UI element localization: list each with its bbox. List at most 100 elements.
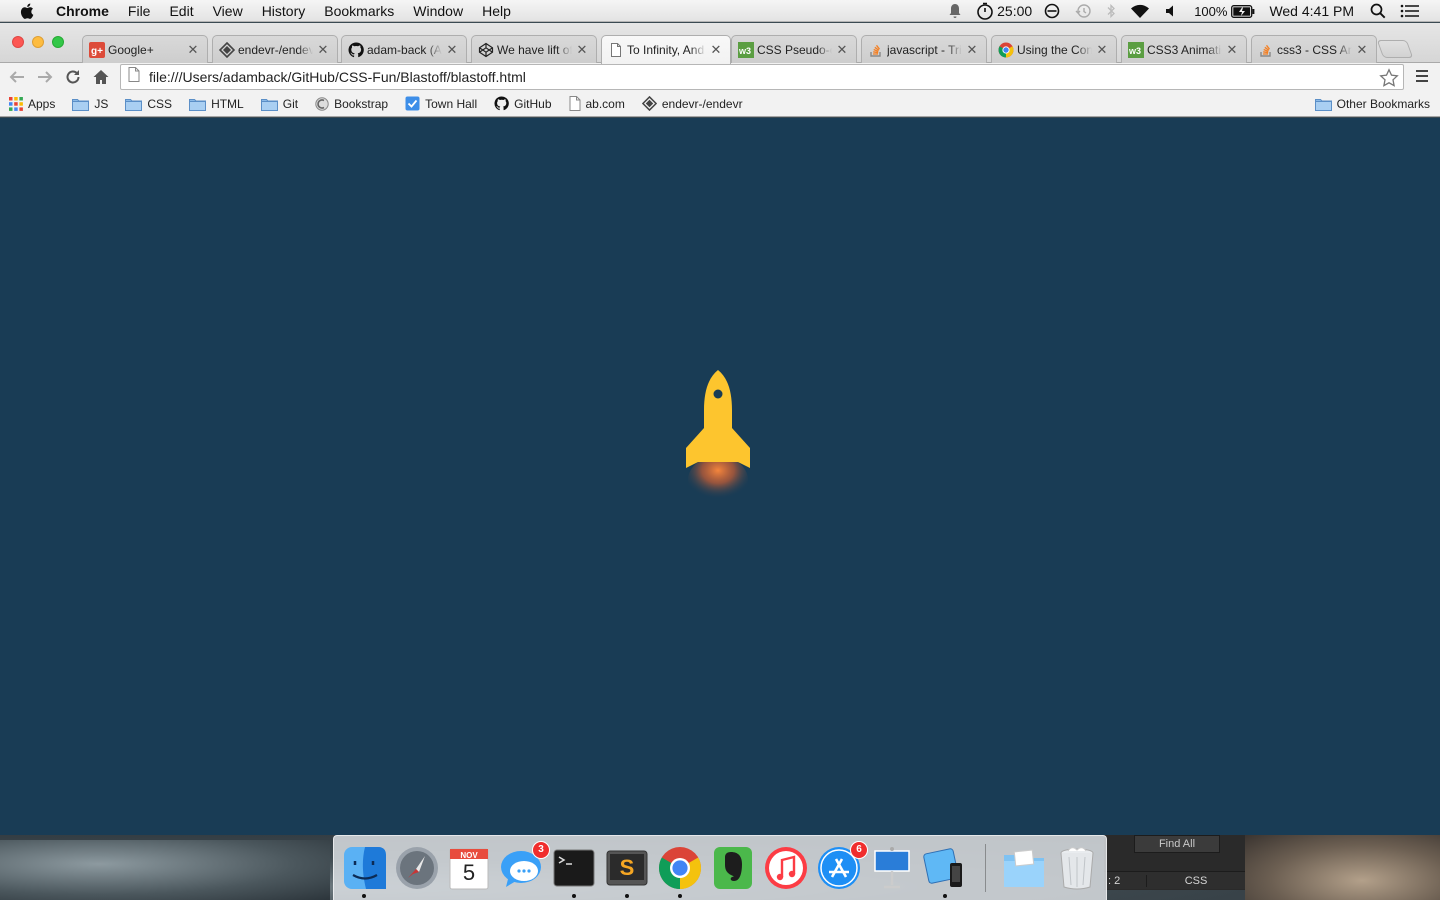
spotlight-icon[interactable]: [1370, 3, 1386, 19]
timer-icon: [977, 2, 993, 20]
tab-google-plus[interactable]: g+ Google+ ✕: [82, 35, 208, 63]
hamburger-menu-icon: [1416, 70, 1428, 82]
menu-app-name[interactable]: Chrome: [56, 3, 109, 19]
tab-css-pseudo[interactable]: w3 CSS Pseudo-cl ✕: [731, 35, 857, 63]
timer-widget[interactable]: 25:00: [976, 2, 1032, 20]
tab-css3-animations[interactable]: w3 CSS3 Animatio ✕: [1121, 35, 1247, 63]
new-tab-button[interactable]: [1376, 40, 1414, 58]
xcode-simulator-icon[interactable]: [922, 845, 968, 891]
chrome-menu-button[interactable]: [1414, 68, 1430, 89]
back-button[interactable]: [7, 67, 27, 87]
fullscreen-window-button[interactable]: [52, 36, 64, 48]
folder-icon: [1314, 97, 1332, 111]
home-icon: [93, 70, 109, 84]
home-button[interactable]: [91, 67, 111, 87]
bookstrap-icon: [315, 96, 329, 111]
menu-edit[interactable]: Edit: [169, 3, 193, 19]
tab-close-button[interactable]: ✕: [710, 42, 722, 58]
tab-close-button[interactable]: ✕: [1356, 42, 1368, 58]
apple-logo-icon[interactable]: [18, 1, 38, 21]
bookmark-endevr[interactable]: endevr-/endevr: [641, 96, 743, 111]
bookmark-folder-html[interactable]: HTML: [189, 97, 244, 111]
bookmark-folder-git[interactable]: Git: [260, 97, 298, 111]
do-not-disturb-icon[interactable]: [1044, 3, 1060, 19]
terminal-icon[interactable]: [551, 845, 597, 891]
forward-button[interactable]: [35, 67, 55, 87]
bookmark-ab-com[interactable]: ab.com: [569, 96, 625, 111]
messages-icon[interactable]: 3: [498, 841, 550, 891]
menu-history[interactable]: History: [262, 3, 306, 19]
bookmark-apps[interactable]: Apps: [9, 96, 55, 111]
reload-button[interactable]: [63, 67, 83, 87]
calendar-month: NOV: [460, 851, 478, 860]
tab-to-infinity-active[interactable]: To Infinity, And ✕: [601, 35, 731, 64]
tab-stackoverflow-js[interactable]: javascript - Tri ✕: [861, 35, 987, 63]
bookmark-label: HTML: [211, 96, 244, 111]
wifi-icon[interactable]: [1130, 4, 1150, 19]
bookmark-label: JS: [94, 96, 109, 111]
finder-icon[interactable]: [342, 845, 388, 891]
bookmark-label: Bookstrap: [334, 96, 389, 111]
tab-title: javascript - Tri: [887, 42, 962, 57]
launchpad-icon[interactable]: [394, 845, 440, 891]
calendar-day: 5: [462, 860, 476, 885]
tab-using-console[interactable]: Using the Cons ✕: [991, 35, 1117, 63]
menu-window[interactable]: Window: [413, 3, 463, 19]
address-bar[interactable]: file:///Users/adamback/GitHub/CSS-Fun/Bl…: [120, 64, 1404, 90]
tab-close-button[interactable]: ✕: [446, 42, 458, 58]
bookmark-folder-css[interactable]: CSS: [125, 97, 172, 111]
bluetooth-icon[interactable]: [1106, 3, 1116, 19]
clock[interactable]: Wed 4:41 PM: [1269, 3, 1354, 19]
menu-bookmarks[interactable]: Bookmarks: [324, 3, 394, 19]
bookmark-star-icon[interactable]: [1379, 68, 1399, 93]
tab-close-button[interactable]: ✕: [836, 42, 848, 58]
tab-title: Google+: [108, 42, 154, 57]
menu-help[interactable]: Help: [482, 3, 511, 19]
app-store-icon[interactable]: 6: [816, 841, 868, 891]
bookmark-town-hall[interactable]: Town Hall: [405, 96, 477, 111]
keynote-icon[interactable]: [869, 845, 915, 891]
downloads-folder-icon[interactable]: [1001, 845, 1047, 891]
bookmark-other[interactable]: Other Bookmarks: [1314, 97, 1430, 111]
tab-close-button[interactable]: ✕: [1096, 42, 1108, 58]
sublime-text-icon[interactable]: S: [604, 845, 650, 891]
battery-percent: 100%: [1194, 3, 1228, 19]
itunes-icon[interactable]: [763, 845, 809, 891]
tab-close-button[interactable]: ✕: [187, 42, 199, 58]
bookmark-folder-js[interactable]: JS: [72, 97, 108, 111]
syntax-selector[interactable]: CSS: [1146, 874, 1245, 887]
app-store-badge: 6: [850, 841, 868, 859]
timer-text: 25:00: [997, 3, 1033, 19]
notification-center-icon[interactable]: [1400, 4, 1420, 18]
chrome-icon: [998, 42, 1014, 58]
trash-icon[interactable]: [1054, 845, 1100, 891]
tab-codepen[interactable]: We have lift off ✕: [471, 35, 597, 63]
tab-github-profile[interactable]: adam-back (Adam ✕: [341, 35, 467, 63]
codepen-icon: [478, 42, 494, 58]
calendar-icon[interactable]: NOV 5: [446, 845, 492, 891]
tab-endevr[interactable]: endevr-/endevr ✕: [212, 35, 338, 63]
volume-icon[interactable]: [1164, 4, 1180, 18]
page-icon: [569, 96, 581, 111]
bookmark-bookstrap[interactable]: Bookstrap: [315, 97, 388, 111]
notification-icon[interactable]: [948, 3, 962, 19]
tab-close-button[interactable]: ✕: [966, 42, 978, 58]
tab-close-button[interactable]: ✕: [317, 42, 329, 58]
battery-widget[interactable]: 100%: [1194, 4, 1255, 19]
bookmark-label: endevr-/endevr: [661, 96, 743, 111]
minimize-window-button[interactable]: [32, 36, 44, 48]
menu-view[interactable]: View: [213, 3, 243, 19]
tab-close-button[interactable]: ✕: [1226, 42, 1238, 58]
running-indicator: [362, 894, 366, 898]
tab-css3-stackoverflow[interactable]: css3 - CSS Ani ✕: [1251, 35, 1377, 63]
url-text: file:///Users/adamback/GitHub/CSS-Fun/Bl…: [149, 69, 526, 85]
time-machine-icon[interactable]: [1074, 3, 1092, 19]
running-indicator: [625, 894, 629, 898]
find-all-button[interactable]: Find All: [1134, 835, 1220, 853]
chrome-icon[interactable]: [657, 845, 703, 891]
bookmark-github[interactable]: GitHub: [494, 96, 552, 111]
tab-close-button[interactable]: ✕: [576, 42, 588, 58]
close-window-button[interactable]: [12, 36, 24, 48]
menu-file[interactable]: File: [128, 3, 151, 19]
evernote-icon[interactable]: [710, 845, 756, 891]
